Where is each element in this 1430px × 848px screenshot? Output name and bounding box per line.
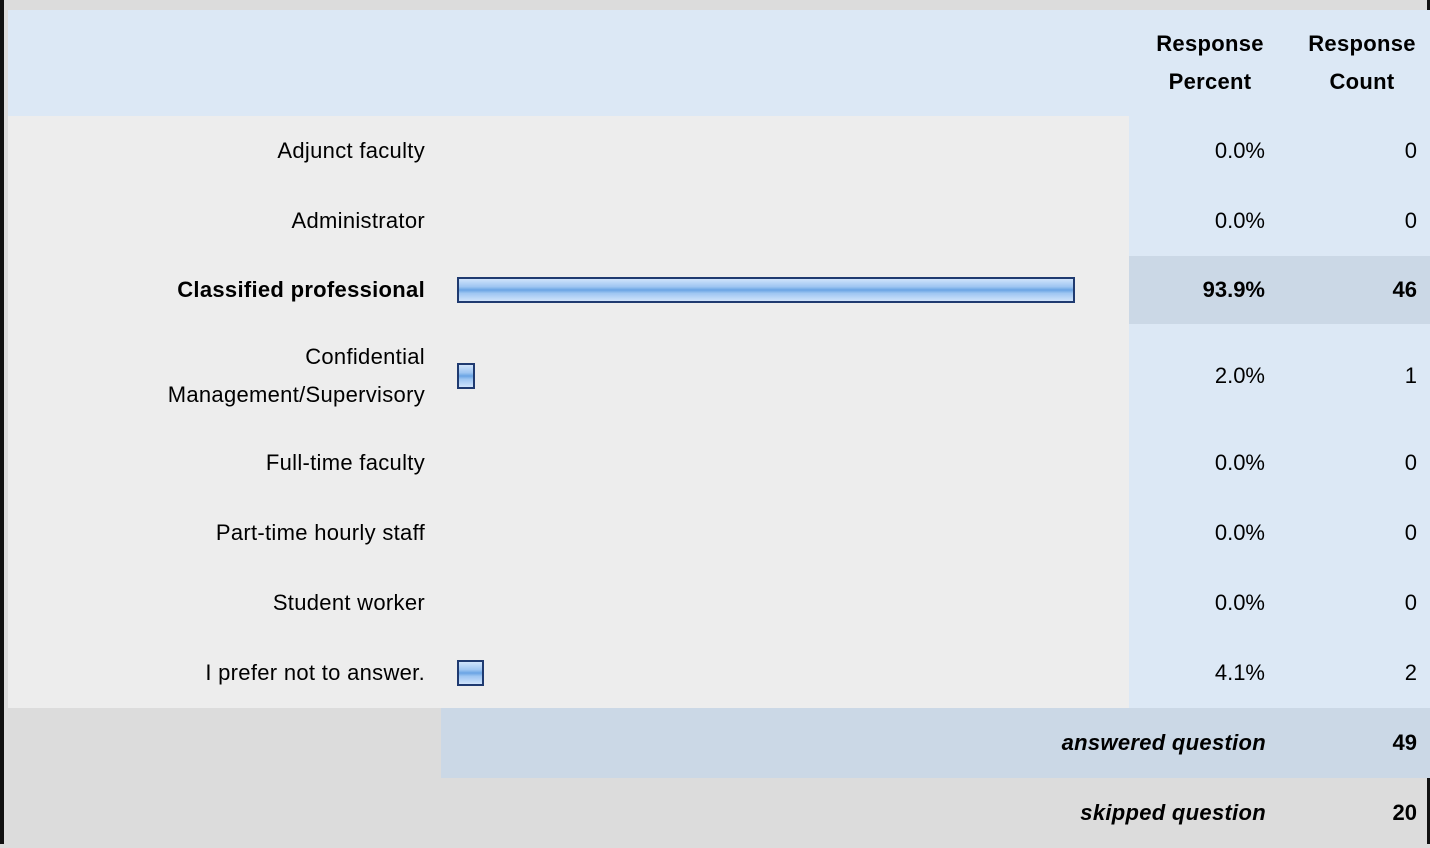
response-bar xyxy=(457,660,484,686)
bar-cell xyxy=(425,428,1129,498)
bar-cell xyxy=(425,498,1129,568)
answer-row: Classified professional 93.9% 46 xyxy=(8,256,1430,324)
answer-label: I prefer not to answer. xyxy=(8,638,425,708)
skipped-question-label: skipped question xyxy=(1080,800,1266,825)
response-bar xyxy=(457,277,1075,303)
response-bar xyxy=(457,363,475,389)
skipped-question-value: 20 xyxy=(1392,800,1417,825)
answer-label: Adjunct faculty xyxy=(8,116,425,186)
response-count: 0 xyxy=(1281,568,1430,638)
response-percent: 0.0% xyxy=(1129,568,1281,638)
answer-label: Full-time faculty xyxy=(8,428,425,498)
response-percent: 4.1% xyxy=(1129,638,1281,708)
response-percent: 2.0% xyxy=(1129,324,1281,428)
response-count: 0 xyxy=(1281,186,1430,256)
answer-label-text: Full-time faculty xyxy=(265,450,425,475)
answer-label-text: Student worker xyxy=(272,590,425,615)
bar-cell xyxy=(425,186,1129,256)
answer-label: Classified professional xyxy=(8,256,425,324)
survey-results-table: Response Percent Response Count Adjunct … xyxy=(8,10,1430,844)
answer-row: Confidential Management/Supervisory 2.0% 1 xyxy=(8,324,1430,428)
answered-question-label: answered question xyxy=(1061,730,1266,755)
answered-row: answered question 49 xyxy=(8,708,1430,778)
response-count: 0 xyxy=(1281,428,1430,498)
response-count-header-text: Response Count xyxy=(1308,31,1416,94)
response-percent-header: Response Percent xyxy=(1129,10,1281,116)
response-percent: 0.0% xyxy=(1129,186,1281,256)
skipped-row: skipped question 20 xyxy=(8,778,1430,848)
bar-cell xyxy=(425,568,1129,638)
answer-row: I prefer not to answer. 4.1% 2 xyxy=(8,638,1430,708)
response-count: 2 xyxy=(1281,638,1430,708)
answer-label-text: Adjunct faculty xyxy=(277,138,425,163)
bar-cell xyxy=(425,116,1129,186)
answer-row: Administrator 0.0% 0 xyxy=(8,186,1430,256)
answer-row: Part-time hourly staff 0.0% 0 xyxy=(8,498,1430,568)
answer-label-text: Confidential Management/Supervisory xyxy=(167,344,425,407)
response-count: 1 xyxy=(1281,324,1430,428)
response-count-header: Response Count xyxy=(1281,10,1430,116)
response-percent-header-text: Response Percent xyxy=(1156,31,1264,94)
answer-label-text: Administrator xyxy=(291,208,425,233)
answer-row: Student worker 0.0% 0 xyxy=(8,568,1430,638)
bar-cell xyxy=(425,256,1129,324)
answer-label: Confidential Management/Supervisory xyxy=(8,324,425,428)
answer-label-text: Classified professional xyxy=(177,277,425,302)
table-header: Response Percent Response Count xyxy=(8,10,1430,116)
answer-row: Adjunct faculty 0.0% 0 xyxy=(8,116,1430,186)
response-percent: 0.0% xyxy=(1129,428,1281,498)
answer-label: Part-time hourly staff xyxy=(8,498,425,568)
response-count: 46 xyxy=(1281,256,1430,324)
response-percent: 0.0% xyxy=(1129,498,1281,568)
answer-row: Full-time faculty 0.0% 0 xyxy=(8,428,1430,498)
answer-label: Administrator xyxy=(8,186,425,256)
response-percent: 93.9% xyxy=(1129,256,1281,324)
response-count: 0 xyxy=(1281,498,1430,568)
bar-cell xyxy=(425,324,1129,428)
response-count: 0 xyxy=(1281,116,1430,186)
answer-label-text: I prefer not to answer. xyxy=(205,660,425,685)
answered-question-value: 49 xyxy=(1392,730,1417,755)
answer-label-text: Part-time hourly staff xyxy=(215,520,425,545)
bar-cell xyxy=(425,638,1129,708)
answer-label: Student worker xyxy=(8,568,425,638)
response-percent: 0.0% xyxy=(1129,116,1281,186)
survey-results-frame: Response Percent Response Count Adjunct … xyxy=(0,0,1430,844)
